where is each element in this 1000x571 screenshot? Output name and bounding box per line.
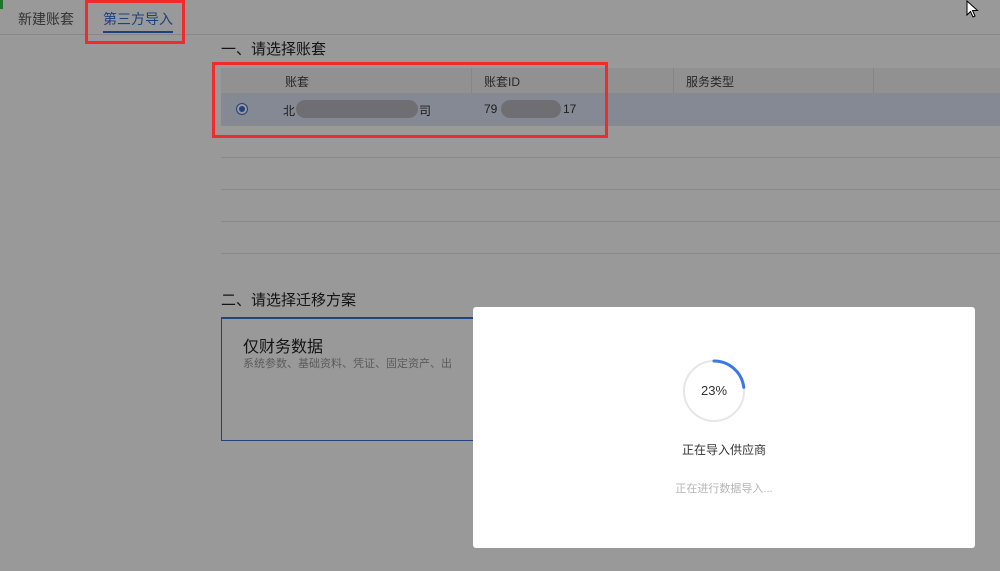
import-sub-status: 正在进行数据导入... (675, 483, 773, 495)
annotation-box-import-tab (85, 0, 185, 44)
progress-percent: 23% (700, 383, 728, 398)
mouse-cursor-icon (966, 0, 979, 18)
annotation-box-account-row (212, 62, 608, 138)
import-status-message: 正在导入供应商 (681, 443, 766, 457)
import-progress-dialog: 23% 正在导入供应商 正在进行数据导入... (473, 307, 975, 548)
